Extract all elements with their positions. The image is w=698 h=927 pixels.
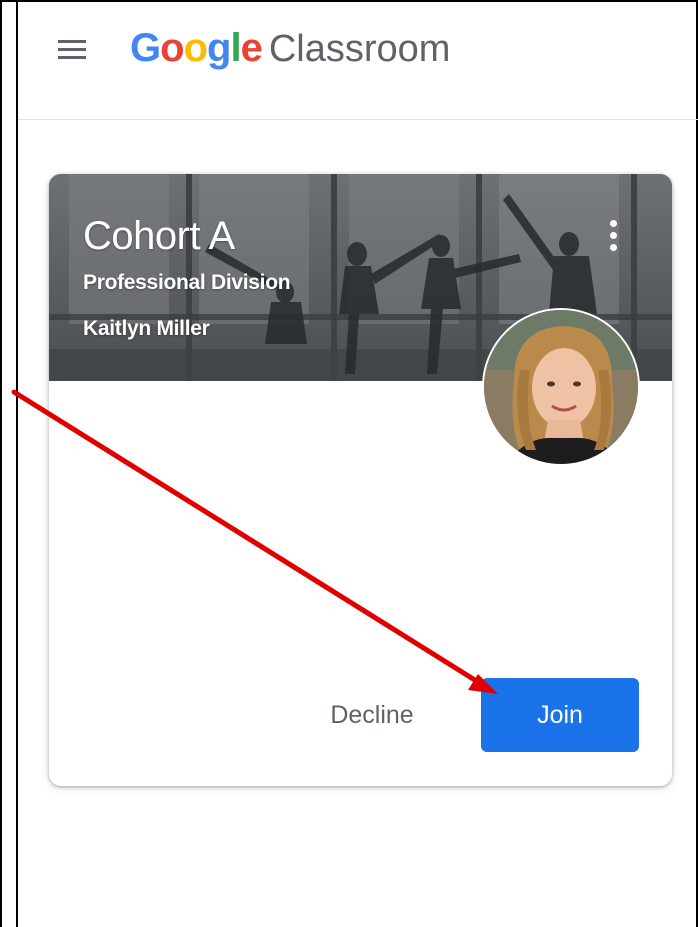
decline-button[interactable]: Decline: [313, 678, 431, 752]
class-title[interactable]: Cohort A: [83, 212, 290, 260]
logo-letter: g: [207, 26, 231, 70]
hamburger-menu-icon[interactable]: [58, 38, 86, 60]
logo-letter: e: [240, 26, 263, 70]
logo-letter: l: [230, 26, 241, 70]
teacher-name: Kaitlyn Miller: [83, 317, 210, 340]
app-header: G o o g l e Classroom: [18, 4, 698, 120]
logo-letter: o: [160, 26, 184, 70]
class-info: Cohort A Professional Division Kaitlyn M…: [83, 212, 291, 342]
google-wordmark: G o o g l e: [130, 26, 263, 71]
logo-letter: o: [183, 26, 208, 70]
window-frame: G o o g l e Classroom Cohort A Professio…: [0, 0, 698, 927]
logo-letter: G: [130, 26, 161, 70]
class-invitation-card: Cohort A Professional Division Kaitlyn M…: [49, 174, 672, 786]
product-name: Classroom: [268, 28, 451, 70]
more-vert-icon[interactable]: [606, 218, 620, 254]
teacher-avatar: [482, 308, 640, 466]
google-classroom-logo[interactable]: G o o g l e Classroom: [130, 26, 450, 76]
left-divider: [16, 2, 18, 927]
join-button[interactable]: Join: [481, 678, 639, 752]
teacher-photo: [484, 310, 638, 464]
class-section: Professional Division: [83, 271, 291, 294]
